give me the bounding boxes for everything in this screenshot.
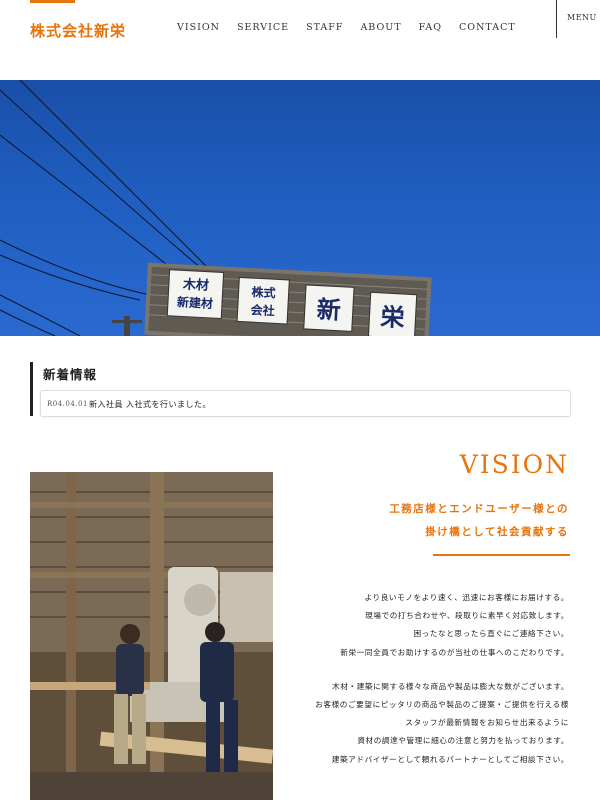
sign-text-char-2: 栄	[379, 303, 406, 332]
news-accent-bar	[30, 362, 33, 416]
vision-subtitle: 工務店様とエンドユーザー様との 掛け橋として社会貢献する	[389, 498, 569, 544]
hero-image: 木材 新建材 株式 会社 新 栄	[0, 80, 600, 336]
news-title: 新着情報	[43, 367, 98, 382]
vision-text-line: 建築アドバイザーとして頼れるパートナーとしてご相談下さい。	[331, 754, 569, 764]
nav-vision[interactable]: VISION	[177, 22, 220, 33]
vision-text-line: 木材・建築に関する様々な商品や製品は膨大な数がございます。	[332, 681, 569, 691]
news-item[interactable]: R04.04.01 新入社員 入社式を行いました。	[40, 390, 571, 417]
news-item-text[interactable]: 新入社員 入社式を行いました。	[89, 399, 211, 410]
vision-body: より良いモノをより速く、迅速にお客様にお届けする。 現場での打ち合わせや、段取り…	[289, 589, 569, 769]
nav-about[interactable]: ABOUT	[360, 22, 401, 33]
vision-text-line: 新栄一同全員でお助けするのが当社の仕事へのこだわりです。	[340, 647, 569, 657]
sign-text-left-2: 新建材	[177, 294, 214, 311]
company-logo[interactable]: 株式会社新栄	[30, 20, 126, 41]
header-accent-line	[30, 0, 75, 3]
vision-text-line: お客様のご要望にピッタリの商品や製品のご提案・ご提供を行える様	[315, 700, 569, 710]
vision-subtitle-line: 掛け橋として社会貢献する	[425, 526, 569, 538]
vision-heading: VISION	[459, 450, 569, 479]
sign-text-char-1: 新	[316, 296, 341, 325]
vision-divider	[433, 554, 570, 556]
vision-subtitle-line: 工務店様とエンドユーザー様との	[389, 503, 569, 515]
vision-text-line: スタッフが最新情報をお知らせ出来るように	[405, 718, 569, 728]
workshop-photo	[30, 472, 273, 800]
vision-text-line: より良いモノをより速く、迅速にお客様にお届けする。	[364, 593, 569, 602]
vision-text-line: 困ったなと思ったら直ぐにご連絡下さい。	[413, 629, 569, 639]
main-nav: VISION SERVICE STAFF ABOUT FAQ CONTACT	[177, 22, 533, 33]
workshop-illustration	[30, 472, 273, 800]
sign-text-left-1: 木材	[182, 276, 210, 293]
nav-service[interactable]: SERVICE	[237, 22, 289, 33]
menu-button[interactable]: MENU	[567, 13, 597, 22]
sign-text-middle-2: 会社	[250, 302, 275, 318]
hero-illustration: 木材 新建材 株式 会社 新 栄	[0, 80, 432, 336]
sign-text-middle-1: 株式	[251, 284, 276, 300]
site-header: 株式会社新栄 VISION SERVICE STAFF ABOUT FAQ CO…	[0, 0, 600, 80]
nav-contact[interactable]: CONTACT	[459, 22, 516, 33]
nav-faq[interactable]: FAQ	[419, 22, 442, 33]
menu-divider	[556, 0, 557, 38]
nav-staff[interactable]: STAFF	[306, 22, 343, 33]
news-item-date: R04.04.01	[47, 400, 88, 408]
vision-text-line: 資材の調達や管理に細心の注意と努力を払っております。	[357, 736, 569, 746]
vision-text-line: 現場での打ち合わせや、段取りに素早く対応致します。	[365, 611, 569, 621]
